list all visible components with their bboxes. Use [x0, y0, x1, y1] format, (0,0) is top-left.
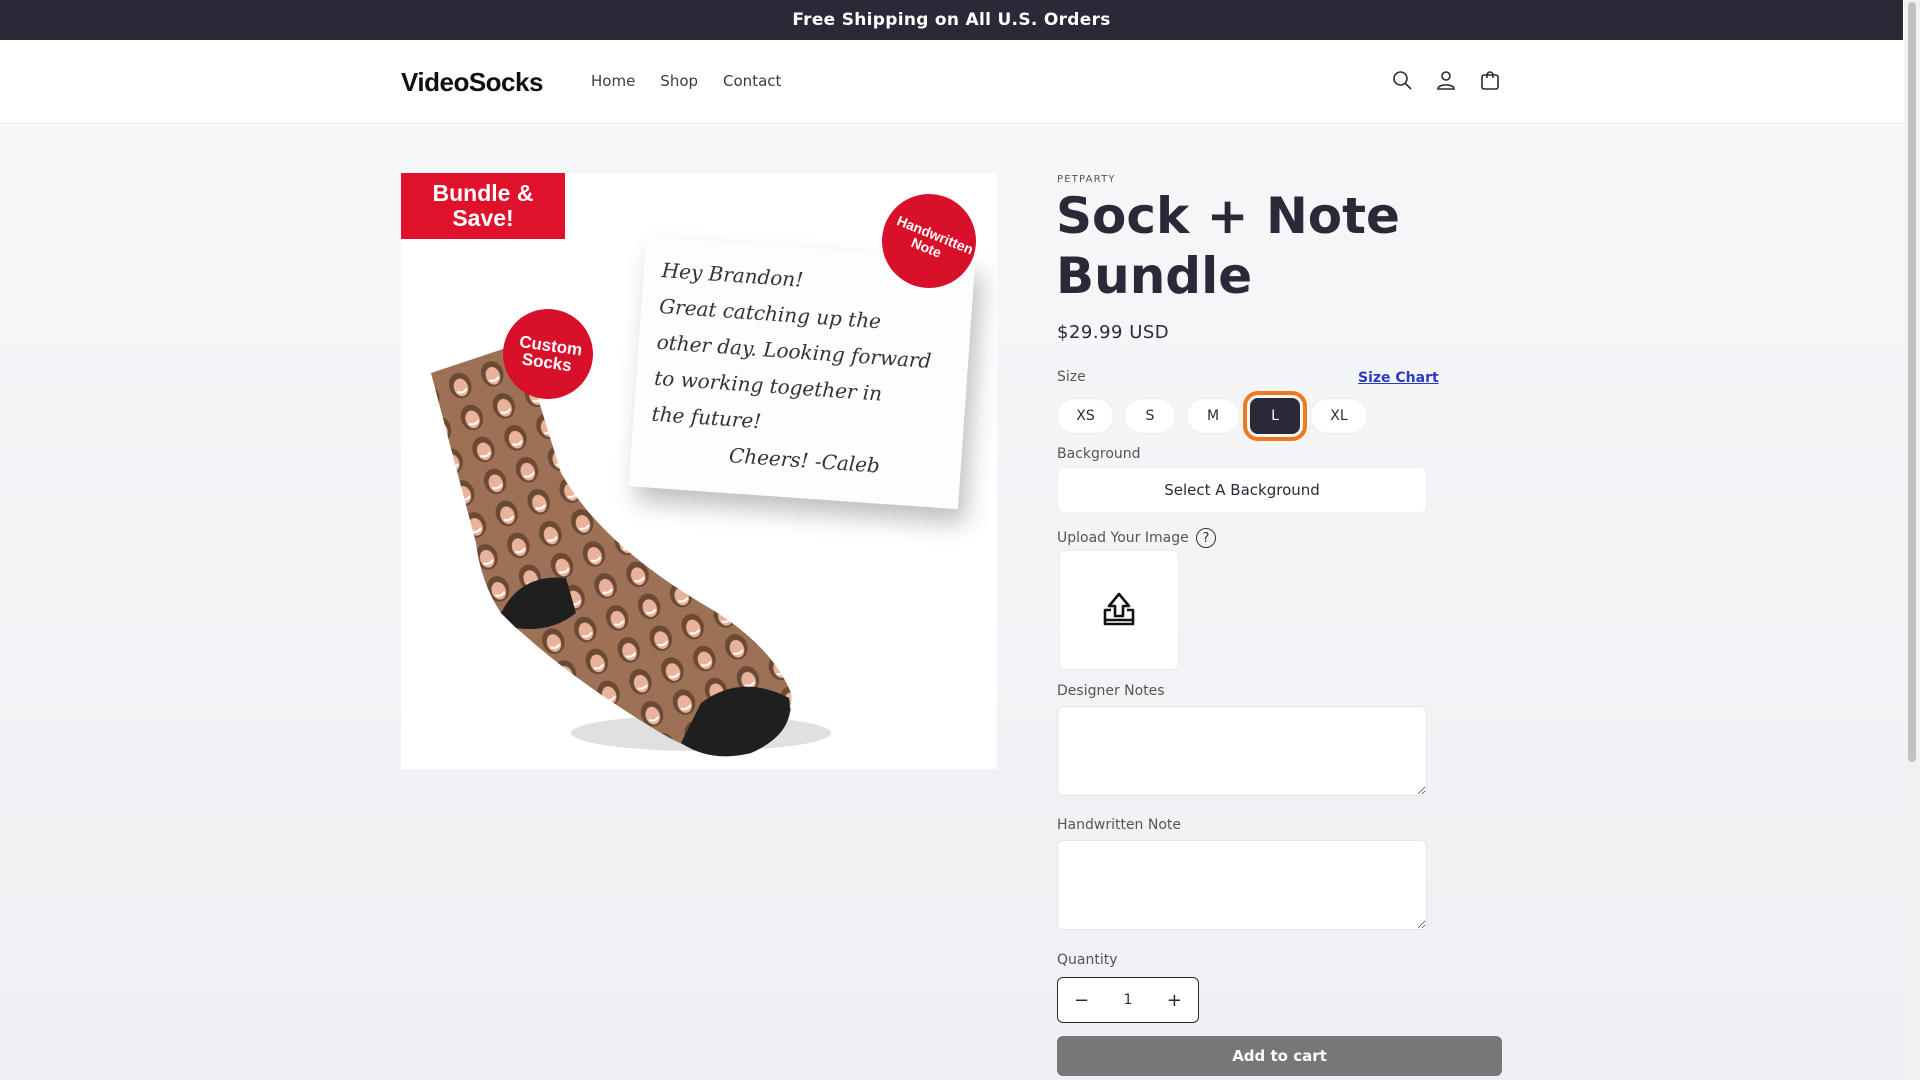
product-title: Sock + Note Bundle: [1056, 187, 1400, 305]
size-selector: XS S M L XL: [1057, 391, 1368, 441]
product-image[interactable]: Hey Brandon! Great catching up the other…: [401, 173, 997, 769]
size-option-m[interactable]: M: [1186, 398, 1240, 434]
bundle-badge-text: Bundle & Save!: [432, 180, 534, 231]
announcement-bar: Free Shipping on All U.S. Orders: [0, 0, 1903, 40]
designer-notes-input[interactable]: [1057, 706, 1427, 796]
background-label: Background: [1057, 446, 1141, 462]
quantity-label: Quantity: [1057, 952, 1118, 968]
add-to-cart-button[interactable]: Add to cart: [1057, 1036, 1502, 1076]
nav-home[interactable]: Home: [591, 72, 635, 90]
decrease-quantity-button[interactable]: −: [1074, 990, 1089, 1011]
size-option-l[interactable]: L: [1243, 391, 1307, 441]
nav-shop[interactable]: Shop: [660, 72, 698, 90]
nav-contact[interactable]: Contact: [723, 72, 781, 90]
help-icon[interactable]: ?: [1196, 528, 1216, 548]
select-background-button[interactable]: Select A Background: [1057, 467, 1427, 513]
search-icon[interactable]: [1390, 68, 1414, 92]
product-vendor: PETPARTY: [1057, 174, 1116, 185]
custom-socks-text: Custom Socks: [518, 332, 584, 376]
upload-image-button[interactable]: [1059, 550, 1179, 670]
size-option-xl[interactable]: XL: [1310, 398, 1368, 434]
handwritten-badge-text: Handwritten Note: [894, 212, 976, 261]
designer-notes-label: Designer Notes: [1057, 683, 1165, 699]
quantity-stepper: − +: [1057, 977, 1199, 1023]
size-option-xs[interactable]: XS: [1057, 398, 1114, 434]
account-icon[interactable]: [1434, 68, 1458, 92]
size-label: Size: [1057, 369, 1086, 385]
scrollbar-thumb[interactable]: [1908, 2, 1916, 762]
quantity-input[interactable]: [1113, 992, 1143, 1008]
announcement-text: Free Shipping on All U.S. Orders: [792, 10, 1111, 30]
bundle-save-badge: Bundle & Save!: [401, 173, 565, 239]
main-nav: Home Shop Contact: [591, 72, 781, 90]
upload-image-label: Upload Your Image: [1057, 530, 1189, 546]
increase-quantity-button[interactable]: +: [1167, 990, 1182, 1011]
site-header: VideoSocks Home Shop Contact: [0, 40, 1903, 124]
product-price: $29.99 USD: [1057, 322, 1170, 343]
size-option-s[interactable]: S: [1124, 398, 1176, 434]
upload-icon: [1103, 592, 1135, 626]
site-logo[interactable]: VideoSocks: [401, 67, 543, 98]
size-chart-link[interactable]: Size Chart: [1358, 370, 1439, 386]
page-scrollbar[interactable]: [1904, 0, 1920, 1080]
handwritten-note-label: Handwritten Note: [1057, 817, 1182, 833]
header-icons: [1390, 68, 1502, 92]
cart-icon[interactable]: [1478, 68, 1502, 92]
handwritten-note-input[interactable]: [1057, 840, 1427, 930]
